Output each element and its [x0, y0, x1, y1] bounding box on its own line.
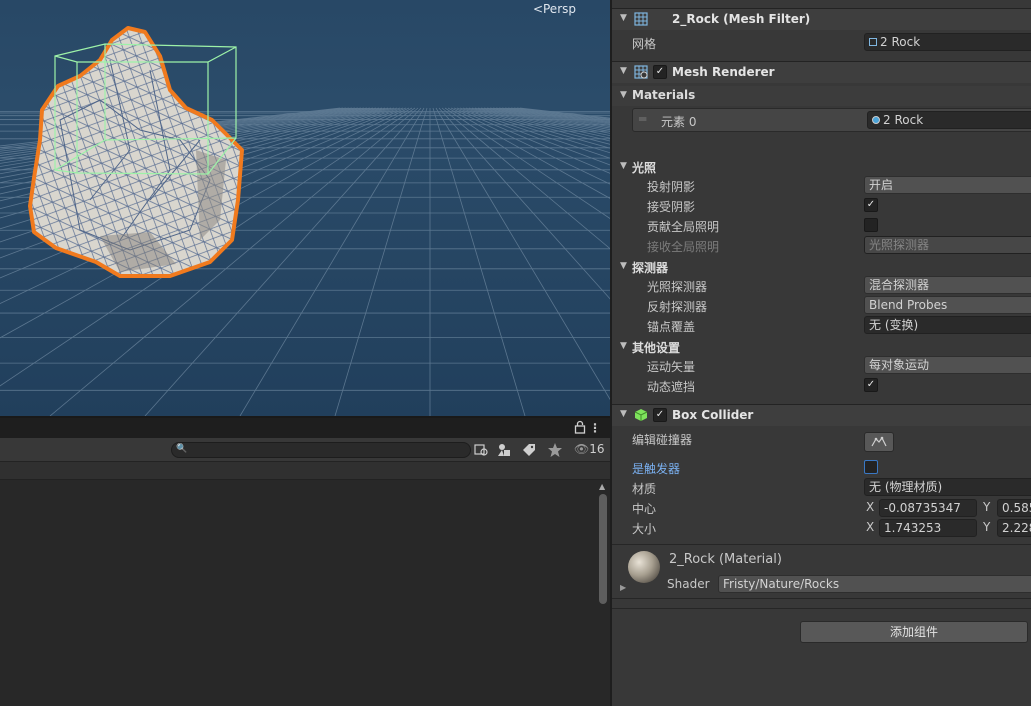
center-label: 中心: [632, 502, 657, 516]
more-options-icon[interactable]: ⋮: [589, 421, 601, 435]
fold-arrow-icon[interactable]: ▼: [620, 13, 627, 23]
motion-vectors-label: 运动矢量: [647, 360, 696, 374]
mesh-filter-icon: [634, 12, 648, 26]
projection-label[interactable]: <Persp: [533, 2, 576, 16]
edit-collider-icon: [871, 436, 887, 447]
shader-label: Shader: [667, 577, 710, 591]
search-by-type-icon[interactable]: [472, 442, 490, 458]
mesh-renderer-title: Mesh Renderer: [672, 65, 775, 79]
box-collider-gizmo[interactable]: [0, 0, 610, 416]
materials-list: ═ 元素 0 2 Rock: [632, 108, 1031, 132]
favorite-star-icon[interactable]: [546, 442, 564, 458]
material-asset-icon: [872, 116, 880, 124]
scroll-up-icon[interactable]: ▲: [599, 482, 605, 491]
edit-collider-label: 编辑碰撞器: [632, 433, 693, 447]
size-x-field[interactable]: 1.743253: [879, 519, 977, 537]
fold-arrow-icon[interactable]: ▼: [620, 90, 627, 100]
mesh-renderer-header[interactable]: ▼ ✓ Mesh Renderer: [612, 61, 1031, 83]
is-trigger-checkbox[interactable]: [864, 460, 878, 474]
hidden-packages-count[interactable]: 👁16: [574, 442, 605, 456]
scene-view[interactable]: <Persp: [0, 0, 610, 416]
lighting-section-label[interactable]: 光照: [632, 159, 656, 176]
mesh-object-field[interactable]: 2 Rock: [864, 33, 1031, 51]
size-y-field[interactable]: 2.228: [997, 519, 1031, 537]
persp-chevron-icon: <: [532, 2, 543, 16]
mesh-renderer-enabled-checkbox[interactable]: ✓: [653, 65, 667, 79]
center-y-axis-label[interactable]: Y: [983, 500, 990, 514]
vertical-scrollbar[interactable]: ▲: [596, 482, 610, 706]
receive-shadows-checkbox[interactable]: ✓: [864, 198, 878, 212]
light-probes-dropdown[interactable]: 混合探测器: [864, 276, 1031, 294]
mesh-filter-title: 2_Rock (Mesh Filter): [672, 12, 811, 26]
anchor-override-label: 锚点覆盖: [647, 320, 696, 334]
panel-toolbar: 🔍 👁16: [0, 438, 610, 462]
panel-tab-bar: ⋮: [0, 418, 610, 438]
center-x-axis-label[interactable]: X: [866, 500, 874, 514]
dynamic-occlusion-checkbox[interactable]: ✓: [864, 378, 878, 392]
element-0-label: 元素 0: [661, 115, 697, 129]
divider: [612, 544, 1031, 545]
receive-shadows-label: 接受阴影: [647, 200, 696, 214]
mesh-asset-icon: [869, 38, 877, 46]
mesh-renderer-icon: [634, 65, 648, 79]
size-label: 大小: [632, 522, 657, 536]
divider: [612, 608, 1031, 609]
material-object-field[interactable]: 2 Rock: [867, 111, 1031, 129]
divider: [612, 598, 1031, 599]
shader-dropdown[interactable]: Fristy/Nature/Rocks: [718, 575, 1031, 593]
eye-icon: 👁: [574, 442, 590, 456]
lock-icon[interactable]: [574, 420, 586, 434]
project-panel: ⋮ 🔍 👁16 ▲: [0, 416, 610, 706]
dynamic-occlusion-label: 动态遮挡: [647, 380, 696, 394]
center-x-field[interactable]: -0.08735347: [879, 499, 977, 517]
anchor-override-field[interactable]: 无 (变换): [864, 316, 1031, 334]
edit-collider-button[interactable]: [864, 432, 894, 452]
fold-arrow-icon[interactable]: ▼: [620, 161, 627, 171]
reflection-probes-dropdown[interactable]: Blend Probes: [864, 296, 1031, 314]
label-tag-icon[interactable]: [520, 442, 538, 458]
material-fold-arrow-icon[interactable]: ▶: [620, 583, 626, 592]
size-y-axis-label[interactable]: Y: [983, 520, 990, 534]
materials-label: Materials: [632, 88, 696, 102]
probes-section-label[interactable]: 探测器: [632, 259, 668, 276]
fold-arrow-icon[interactable]: ▼: [620, 261, 627, 271]
fold-arrow-icon[interactable]: ▼: [620, 341, 627, 351]
mesh-label: 网格: [632, 37, 657, 51]
contribute-gi-label: 贡献全局照明: [647, 220, 720, 234]
collider-material-label: 材质: [632, 482, 657, 496]
materials-header[interactable]: ▼ Materials: [612, 86, 1031, 106]
center-y-field[interactable]: 0.585: [997, 499, 1031, 517]
mesh-filter-header[interactable]: ▼ 2_Rock (Mesh Filter): [612, 8, 1031, 30]
is-trigger-label: 是触发器: [632, 462, 681, 476]
drag-handle-icon[interactable]: ═: [639, 112, 646, 126]
filter-type-icon[interactable]: [496, 442, 514, 458]
box-collider-enabled-checkbox[interactable]: ✓: [653, 408, 667, 422]
physics-material-field[interactable]: 无 (物理材质): [864, 478, 1031, 496]
material-title: 2_Rock (Material): [669, 552, 782, 567]
material-preview-sphere: [628, 551, 660, 583]
cast-shadows-label: 投射阴影: [647, 180, 696, 194]
scrollbar-thumb[interactable]: [599, 494, 607, 604]
receive-gi-label: 接收全局照明: [647, 240, 720, 254]
search-icon: 🔍: [176, 444, 188, 454]
inspector-panel: ▼ 2_Rock (Mesh Filter) 网格 2 Rock ▼ ✓ Mes…: [610, 0, 1031, 706]
box-collider-icon: [634, 409, 648, 421]
search-input[interactable]: 🔍: [171, 442, 471, 458]
fold-arrow-icon[interactable]: ▼: [620, 66, 627, 76]
size-x-axis-label[interactable]: X: [866, 520, 874, 534]
panel-breadcrumb-bar: [0, 462, 610, 480]
box-collider-title: Box Collider: [672, 408, 754, 422]
other-settings-section-label[interactable]: 其他设置: [632, 339, 680, 356]
box-collider-header[interactable]: ▼ ✓ Box Collider: [612, 404, 1031, 426]
light-probes-label: 光照探测器: [647, 280, 708, 294]
contribute-gi-checkbox[interactable]: [864, 218, 878, 232]
motion-vectors-dropdown[interactable]: 每对象运动: [864, 356, 1031, 374]
reflection-probes-label: 反射探测器: [647, 300, 708, 314]
add-component-button[interactable]: 添加组件: [800, 621, 1028, 643]
fold-arrow-icon[interactable]: ▼: [620, 409, 627, 419]
cast-shadows-dropdown[interactable]: 开启: [864, 176, 1031, 194]
receive-gi-dropdown: 光照探测器: [864, 236, 1031, 254]
